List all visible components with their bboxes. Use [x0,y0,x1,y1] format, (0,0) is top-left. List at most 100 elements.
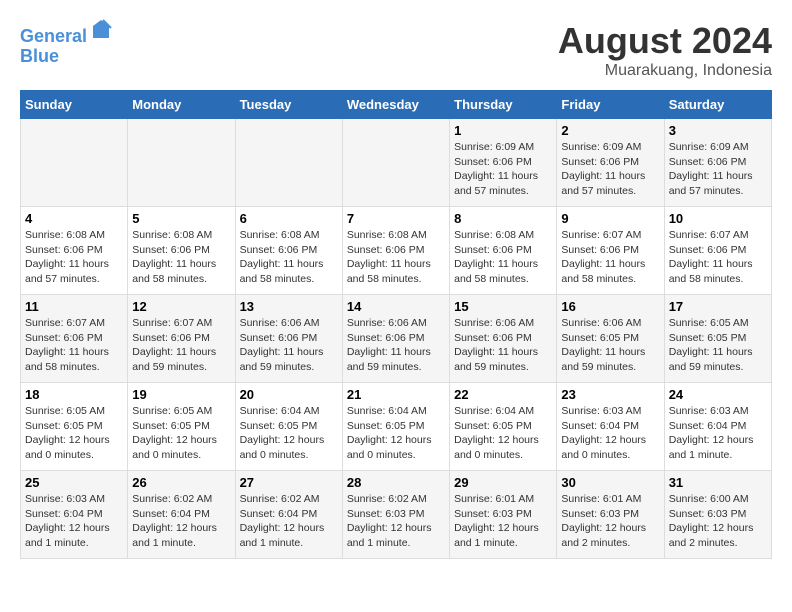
day-number: 17 [669,299,767,314]
day-info: Sunrise: 6:07 AM Sunset: 6:06 PM Dayligh… [669,228,767,287]
logo-icon [89,18,113,42]
subtitle: Muarakuang, Indonesia [558,62,772,80]
calendar-cell: 5 Sunrise: 6:08 AM Sunset: 6:06 PM Daylig… [128,207,235,295]
calendar-table: SundayMondayTuesdayWednesdayThursdayFrid… [20,90,772,559]
day-number: 14 [347,299,445,314]
week-row-1: 1 Sunrise: 6:09 AM Sunset: 6:06 PM Daylig… [21,119,772,207]
col-header-saturday: Saturday [664,91,771,119]
day-number: 31 [669,475,767,490]
week-row-3: 11 Sunrise: 6:07 AM Sunset: 6:06 PM Dayli… [21,295,772,383]
calendar-cell: 19Sunrise: 6:05 AM Sunset: 6:05 PM Dayli… [128,383,235,471]
day-info: Sunrise: 6:02 AM Sunset: 6:03 PM Dayligh… [347,492,445,551]
calendar-cell: 6Sunrise: 6:08 AM Sunset: 6:06 PM Daylig… [235,207,342,295]
day-info: Sunrise: 6:06 AM Sunset: 6:05 PM Dayligh… [561,316,659,375]
day-info: Sunrise: 6:08 AM Sunset: 6:06 PM Dayligh… [240,228,338,287]
day-number: 23 [561,387,659,402]
calendar-cell [342,119,449,207]
calendar-cell: 15 Sunrise: 6:06 AM Sunset: 6:06 PM Dayli… [450,295,557,383]
day-info: Sunrise: 6:05 AM Sunset: 6:05 PM Dayligh… [25,404,123,463]
day-info: Sunrise: 6:07 AM Sunset: 6:06 PM Dayligh… [561,228,659,287]
calendar-cell: 17 Sunrise: 6:05 AM Sunset: 6:05 PM Dayli… [664,295,771,383]
calendar-cell [235,119,342,207]
calendar-cell: 8 Sunrise: 6:08 AM Sunset: 6:06 PM Daylig… [450,207,557,295]
day-number: 8 [454,211,552,226]
day-number: 13 [240,299,338,314]
day-info: Sunrise: 6:04 AM Sunset: 6:05 PM Dayligh… [347,404,445,463]
col-header-tuesday: Tuesday [235,91,342,119]
day-number: 28 [347,475,445,490]
col-header-monday: Monday [128,91,235,119]
day-info: Sunrise: 6:06 AM Sunset: 6:06 PM Dayligh… [347,316,445,375]
calendar-cell: 30Sunrise: 6:01 AM Sunset: 6:03 PM Dayli… [557,471,664,559]
day-number: 9 [561,211,659,226]
calendar-cell: 21 Sunrise: 6:04 AM Sunset: 6:05 PM Dayli… [342,383,449,471]
calendar-cell: 1 Sunrise: 6:09 AM Sunset: 6:06 PM Daylig… [450,119,557,207]
day-info: Sunrise: 6:06 AM Sunset: 6:06 PM Dayligh… [240,316,338,375]
day-number: 16 [561,299,659,314]
calendar-cell: 16 Sunrise: 6:06 AM Sunset: 6:05 PM Dayli… [557,295,664,383]
col-header-sunday: Sunday [21,91,128,119]
day-info: Sunrise: 6:08 AM Sunset: 6:06 PM Dayligh… [454,228,552,287]
day-number: 1 [454,123,552,138]
calendar-cell: 31Sunrise: 6:00 AM Sunset: 6:03 PM Dayli… [664,471,771,559]
calendar-cell: 28 Sunrise: 6:02 AM Sunset: 6:03 PM Dayli… [342,471,449,559]
calendar-cell: 25 Sunrise: 6:03 AM Sunset: 6:04 PM Dayli… [21,471,128,559]
day-info: Sunrise: 6:09 AM Sunset: 6:06 PM Dayligh… [561,140,659,199]
day-number: 3 [669,123,767,138]
day-info: Sunrise: 6:07 AM Sunset: 6:06 PM Dayligh… [25,316,123,375]
day-number: 24 [669,387,767,402]
day-number: 29 [454,475,552,490]
day-info: Sunrise: 6:09 AM Sunset: 6:06 PM Dayligh… [669,140,767,199]
logo-general: General [20,26,87,46]
day-number: 25 [25,475,123,490]
day-info: Sunrise: 6:03 AM Sunset: 6:04 PM Dayligh… [669,404,767,463]
day-info: Sunrise: 6:04 AM Sunset: 6:05 PM Dayligh… [454,404,552,463]
day-info: Sunrise: 6:07 AM Sunset: 6:06 PM Dayligh… [132,316,230,375]
day-info: Sunrise: 6:03 AM Sunset: 6:04 PM Dayligh… [561,404,659,463]
day-info: Sunrise: 6:05 AM Sunset: 6:05 PM Dayligh… [669,316,767,375]
title-block: August 2024 Muarakuang, Indonesia [558,20,772,80]
day-info: Sunrise: 6:08 AM Sunset: 6:06 PM Dayligh… [347,228,445,287]
col-header-wednesday: Wednesday [342,91,449,119]
week-row-5: 25 Sunrise: 6:03 AM Sunset: 6:04 PM Dayli… [21,471,772,559]
day-number: 10 [669,211,767,226]
day-info: Sunrise: 6:06 AM Sunset: 6:06 PM Dayligh… [454,316,552,375]
day-number: 18 [25,387,123,402]
day-number: 7 [347,211,445,226]
day-info: Sunrise: 6:08 AM Sunset: 6:06 PM Dayligh… [132,228,230,287]
day-info: Sunrise: 6:04 AM Sunset: 6:05 PM Dayligh… [240,404,338,463]
calendar-cell: 10 Sunrise: 6:07 AM Sunset: 6:06 PM Dayli… [664,207,771,295]
day-number: 5 [132,211,230,226]
calendar-cell: 7 Sunrise: 6:08 AM Sunset: 6:06 PM Daylig… [342,207,449,295]
day-info: Sunrise: 6:05 AM Sunset: 6:05 PM Dayligh… [132,404,230,463]
day-info: Sunrise: 6:09 AM Sunset: 6:06 PM Dayligh… [454,140,552,199]
calendar-cell [128,119,235,207]
day-info: Sunrise: 6:02 AM Sunset: 6:04 PM Dayligh… [132,492,230,551]
main-title: August 2024 [558,20,772,62]
day-number: 26 [132,475,230,490]
logo: General Blue [20,20,113,67]
col-header-friday: Friday [557,91,664,119]
day-number: 15 [454,299,552,314]
day-info: Sunrise: 6:02 AM Sunset: 6:04 PM Dayligh… [240,492,338,551]
day-info: Sunrise: 6:03 AM Sunset: 6:04 PM Dayligh… [25,492,123,551]
logo-blue: Blue [20,47,113,67]
calendar-cell: 9 Sunrise: 6:07 AM Sunset: 6:06 PM Daylig… [557,207,664,295]
calendar-cell: 26 Sunrise: 6:02 AM Sunset: 6:04 PM Dayli… [128,471,235,559]
day-number: 22 [454,387,552,402]
day-info: Sunrise: 6:01 AM Sunset: 6:03 PM Dayligh… [454,492,552,551]
day-number: 11 [25,299,123,314]
day-number: 12 [132,299,230,314]
calendar-cell: 4Sunrise: 6:08 AM Sunset: 6:06 PM Daylig… [21,207,128,295]
calendar-cell: 23 Sunrise: 6:03 AM Sunset: 6:04 PM Dayli… [557,383,664,471]
calendar-cell: 22 Sunrise: 6:04 AM Sunset: 6:05 PM Dayli… [450,383,557,471]
day-number: 27 [240,475,338,490]
logo-text: General [20,20,113,47]
calendar-cell: 14 Sunrise: 6:06 AM Sunset: 6:06 PM Dayli… [342,295,449,383]
day-number: 20 [240,387,338,402]
day-number: 21 [347,387,445,402]
day-info: Sunrise: 6:01 AM Sunset: 6:03 PM Dayligh… [561,492,659,551]
week-row-4: 18 Sunrise: 6:05 AM Sunset: 6:05 PM Dayli… [21,383,772,471]
calendar-cell: 11 Sunrise: 6:07 AM Sunset: 6:06 PM Dayli… [21,295,128,383]
calendar-cell: 29 Sunrise: 6:01 AM Sunset: 6:03 PM Dayli… [450,471,557,559]
